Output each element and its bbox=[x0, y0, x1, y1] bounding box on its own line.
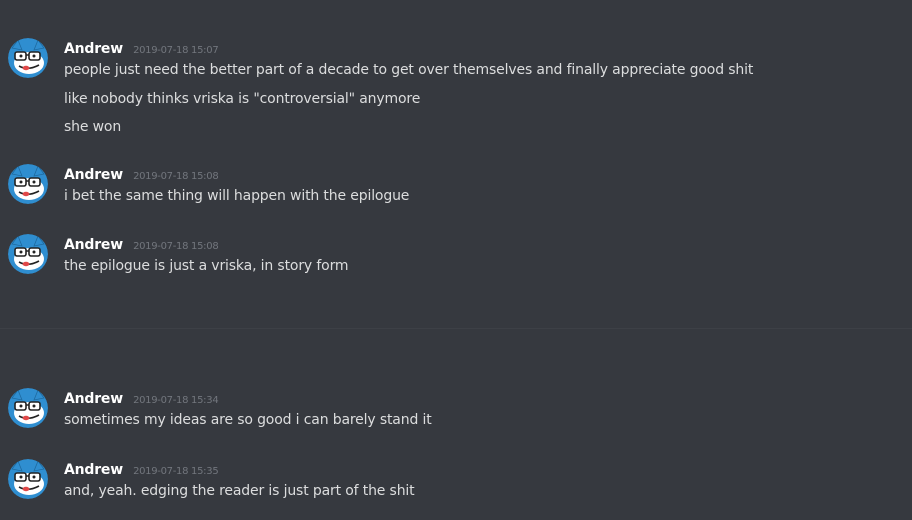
timestamp[interactable]: 2019-07-18 15:08 bbox=[133, 171, 219, 182]
cartoon-avatar-icon bbox=[8, 164, 48, 204]
message-text: i bet the same thing will happen with th… bbox=[64, 188, 410, 204]
message-text: sometimes my ideas are so good i can bar… bbox=[64, 412, 432, 428]
username[interactable]: Andrew bbox=[64, 41, 123, 57]
timestamp[interactable]: 2019-07-18 15:07 bbox=[133, 45, 219, 56]
message-text: people just need the better part of a de… bbox=[64, 62, 754, 78]
username[interactable]: Andrew bbox=[64, 237, 123, 253]
cartoon-avatar-icon bbox=[8, 459, 48, 499]
message-header: Andrew 2019-07-18 15:07 bbox=[64, 38, 219, 58]
message-header: Andrew 2019-07-18 15:34 bbox=[64, 388, 219, 408]
avatar[interactable] bbox=[8, 164, 48, 204]
message-header: Andrew 2019-07-18 15:35 bbox=[64, 459, 219, 479]
username[interactable]: Andrew bbox=[64, 462, 123, 478]
group-divider bbox=[0, 328, 912, 329]
cartoon-avatar-icon bbox=[8, 38, 48, 78]
cartoon-avatar-icon bbox=[8, 388, 48, 428]
chat-log: Andrew 2019-07-18 15:07 people just need… bbox=[0, 0, 912, 520]
timestamp[interactable]: 2019-07-18 15:34 bbox=[133, 395, 219, 406]
message-text: she won bbox=[64, 119, 122, 135]
avatar[interactable] bbox=[8, 459, 48, 499]
cartoon-avatar-icon bbox=[8, 234, 48, 274]
timestamp[interactable]: 2019-07-18 15:08 bbox=[133, 241, 219, 252]
username[interactable]: Andrew bbox=[64, 391, 123, 407]
message-header: Andrew 2019-07-18 15:08 bbox=[64, 234, 219, 254]
message-text: and, yeah. edging the reader is just par… bbox=[64, 483, 415, 499]
message-text: like nobody thinks vriska is "controvers… bbox=[64, 91, 421, 107]
avatar[interactable] bbox=[8, 38, 48, 78]
username[interactable]: Andrew bbox=[64, 167, 123, 183]
message-header: Andrew 2019-07-18 15:08 bbox=[64, 164, 219, 184]
message-text: the epilogue is just a vriska, in story … bbox=[64, 258, 349, 274]
timestamp[interactable]: 2019-07-18 15:35 bbox=[133, 466, 219, 477]
avatar[interactable] bbox=[8, 234, 48, 274]
avatar[interactable] bbox=[8, 388, 48, 428]
